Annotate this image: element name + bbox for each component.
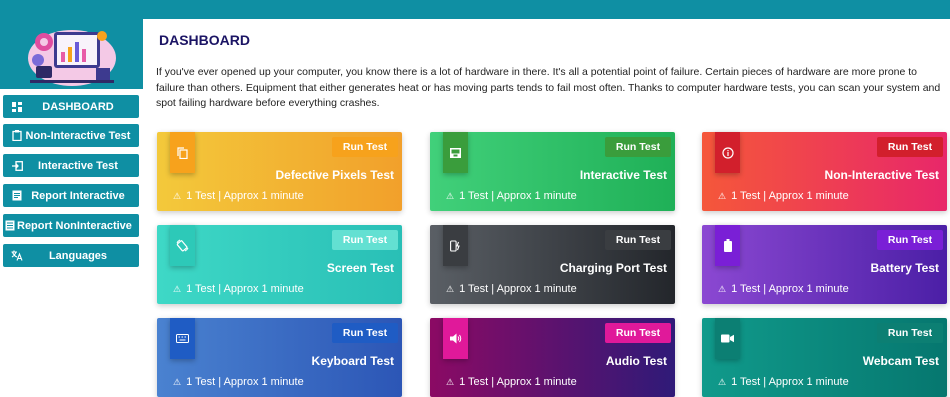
sidebar-item-dashboard[interactable]: DASHBOARD (3, 95, 139, 118)
run-test-button[interactable]: Run Test (877, 323, 943, 343)
card-meta-text: 1 Test | Approx 1 minute (459, 283, 577, 295)
video-camera-icon (715, 318, 740, 359)
card-battery-test: Run Test Battery Test ⚠ 1 Test | Approx 1… (702, 225, 947, 304)
clipboard-icon (3, 130, 25, 141)
run-test-button[interactable]: Run Test (877, 137, 943, 157)
warning-icon: ⚠ (718, 190, 727, 201)
card-meta: ⚠ 1 Test | Approx 1 minute (718, 376, 849, 388)
warning-icon: ⚠ (718, 283, 727, 294)
sidebar-item-non-interactive-test[interactable]: Non-Interactive Test (3, 124, 139, 147)
card-charging-port-test: Run Test Charging Port Test ⚠ 1 Test | Ap… (430, 225, 675, 304)
card-title: Webcam Test (862, 354, 939, 368)
card-meta: ⚠ 1 Test | Approx 1 minute (173, 376, 304, 388)
warning-icon: ⚠ (718, 376, 727, 387)
sidebar-item-label: Report Interactive (31, 189, 125, 202)
run-test-button[interactable]: Run Test (332, 323, 398, 343)
page-title: DASHBOARD (159, 32, 250, 48)
sidebar: DASHBOARD Non-Interactive Test Interacti… (0, 19, 143, 397)
speaker-icon (443, 318, 468, 359)
card-meta-text: 1 Test | Approx 1 minute (186, 283, 304, 295)
card-meta: ⚠ 1 Test | Approx 1 minute (173, 283, 304, 295)
keyboard-icon (170, 318, 195, 359)
card-meta-text: 1 Test | Approx 1 minute (731, 190, 849, 202)
main-content: DASHBOARD If you've ever opened up your … (143, 19, 950, 397)
card-title: Interactive Test (579, 168, 667, 182)
run-test-button[interactable]: Run Test (605, 137, 671, 157)
warning-icon: ⚠ (446, 283, 455, 294)
login-icon (3, 160, 25, 171)
card-meta: ⚠ 1 Test | Approx 1 minute (446, 376, 577, 388)
warning-icon: ⚠ (173, 376, 182, 387)
card-title: Battery Test (870, 261, 939, 275)
warning-icon: ⚠ (446, 376, 455, 387)
sidebar-item-report-interactive[interactable]: Report Interactive (3, 184, 139, 207)
card-meta: ⚠ 1 Test | Approx 1 minute (718, 283, 849, 295)
run-test-button[interactable]: Run Test (605, 230, 671, 250)
translate-icon (3, 250, 25, 261)
sidebar-item-label: Non-Interactive Test (25, 129, 131, 142)
warning-icon: ⚠ (173, 283, 182, 294)
battery-icon (715, 225, 740, 266)
run-test-button[interactable]: Run Test (332, 137, 398, 157)
sidebar-item-label: Languages (48, 249, 108, 262)
dashboard-grid-icon (3, 101, 25, 112)
card-title: Keyboard Test (311, 354, 394, 368)
card-meta-text: 1 Test | Approx 1 minute (459, 376, 577, 388)
card-title: Screen Test (326, 261, 394, 275)
card-meta-text: 1 Test | Approx 1 minute (459, 190, 577, 202)
charging-icon (443, 225, 468, 266)
card-meta: ⚠ 1 Test | Approx 1 minute (446, 190, 577, 202)
card-meta-text: 1 Test | Approx 1 minute (731, 376, 849, 388)
warning-icon: ⚠ (173, 190, 182, 201)
card-title: Audio Test (605, 354, 667, 368)
sidebar-item-label: DASHBOARD (42, 100, 114, 113)
info-icon (715, 132, 740, 173)
card-audio-test: Run Test Audio Test ⚠ 1 Test | Approx 1 m… (430, 318, 675, 397)
copy-icon (170, 132, 195, 173)
card-webcam-test: Run Test Webcam Test ⚠ 1 Test | Approx 1 … (702, 318, 947, 397)
card-meta: ⚠ 1 Test | Approx 1 minute (718, 190, 849, 202)
card-meta: ⚠ 1 Test | Approx 1 minute (446, 283, 577, 295)
app-logo (0, 19, 143, 89)
top-bar (0, 0, 950, 19)
inbox-icon (443, 132, 468, 173)
card-meta-text: 1 Test | Approx 1 minute (186, 190, 304, 202)
sidebar-item-languages[interactable]: Languages (3, 244, 139, 267)
run-test-button[interactable]: Run Test (877, 230, 943, 250)
card-meta-text: 1 Test | Approx 1 minute (186, 376, 304, 388)
card-keyboard-test: Run Test Keyboard Test ⚠ 1 Test | Approx … (157, 318, 402, 397)
warning-icon: ⚠ (446, 190, 455, 201)
card-title: Defective Pixels Test (275, 168, 394, 182)
sidebar-item-label: Interactive Test (38, 159, 118, 172)
sidebar-item-interactive-test[interactable]: Interactive Test (3, 154, 139, 177)
run-test-button[interactable]: Run Test (605, 323, 671, 343)
sidebar-item-report-noninteractive[interactable]: Report NonInteractive (3, 214, 139, 237)
sidebar-item-label: Report NonInteractive (17, 219, 132, 232)
card-meta: ⚠ 1 Test | Approx 1 minute (173, 190, 304, 202)
screen-rotation-icon (170, 225, 195, 266)
card-defective-pixels-test: Run Test Defective Pixels Test ⚠ 1 Test |… (157, 132, 402, 211)
card-title: Charging Port Test (559, 261, 667, 275)
page-description: If you've ever opened up your computer, … (156, 66, 941, 109)
report-icon (3, 190, 25, 201)
list-report-icon (3, 220, 17, 231)
card-interactive-test: Run Test Interactive Test ⚠ 1 Test | Appr… (430, 132, 675, 211)
card-screen-test: Run Test Screen Test ⚠ 1 Test | Approx 1 … (157, 225, 402, 304)
card-non-interactive-test: Run Test Non-Interactive Test ⚠ 1 Test | … (702, 132, 947, 211)
card-meta-text: 1 Test | Approx 1 minute (731, 283, 849, 295)
card-title: Non-Interactive Test (824, 168, 939, 182)
run-test-button[interactable]: Run Test (332, 230, 398, 250)
